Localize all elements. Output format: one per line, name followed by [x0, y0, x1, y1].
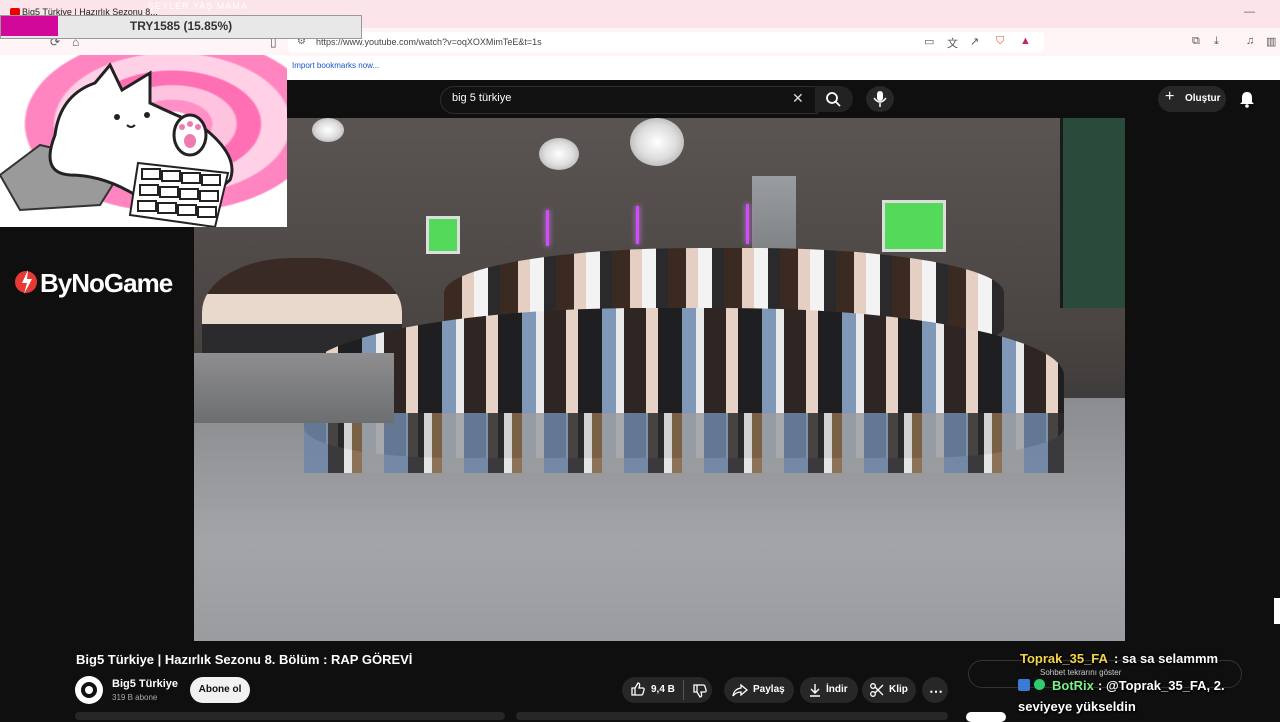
channel-avatar[interactable]: [75, 676, 103, 704]
clip-label[interactable]: Klip: [889, 684, 908, 695]
more-horizontal-icon: ⋯: [929, 683, 943, 699]
chat-replay-hint[interactable]: Sohbet tekrarını göster: [1040, 668, 1121, 677]
comments-preview[interactable]: [516, 712, 948, 720]
bot-badge-icon: [1018, 679, 1030, 691]
sidebar-icon[interactable]: ▥: [1266, 35, 1276, 48]
translate-icon[interactable]: 文: [947, 35, 958, 51]
search-button[interactable]: [815, 86, 853, 112]
download-icon: [807, 682, 823, 703]
sponsor-logo-text: ByNoGame: [40, 268, 173, 298]
thumbs-down-icon[interactable]: [692, 683, 708, 704]
donation-goal-label: TRY1585 (15.85%): [129, 19, 233, 33]
video-player[interactable]: [194, 118, 1125, 641]
studio-light: [312, 118, 344, 142]
plus-icon: +: [1165, 88, 1175, 105]
share-icon: [732, 682, 749, 703]
tab-search-icon[interactable]: ⧉: [1192, 35, 1200, 48]
neon-light: [546, 210, 549, 246]
page-scrollbar[interactable]: [1274, 598, 1280, 624]
neon-light: [636, 206, 639, 244]
chat-message: : sa sa selammm: [1114, 651, 1219, 666]
chat-username: BotRix: [1052, 678, 1094, 693]
voice-search-button[interactable]: [866, 86, 894, 112]
download-label[interactable]: İndir: [826, 684, 848, 695]
green-screen-right: [882, 200, 946, 252]
bynogame-logo-icon: [14, 266, 40, 301]
verified-badge-icon: [1034, 679, 1045, 690]
downloads-icon[interactable]: ⤓: [1214, 35, 1219, 48]
video-title: Big5 Türkiye | Hazırlık Sezonu 8. Bölüm …: [76, 652, 413, 667]
tab-music-text: ŞEYLER YAŞ MAMA: [148, 1, 248, 11]
music-icon[interactable]: ♫: [1246, 35, 1254, 47]
search-icon: [826, 92, 841, 107]
share-page-icon[interactable]: ↗: [970, 35, 979, 48]
green-wall-panel: [1060, 118, 1125, 308]
search-query[interactable]: big 5 türkiye: [452, 92, 511, 104]
thumbs-up-icon[interactable]: [630, 681, 646, 702]
subscriber-count: 319 B abone: [112, 693, 158, 702]
chat-message-continued: seviyeye yükseldin: [1018, 699, 1136, 714]
description-box[interactable]: [75, 712, 505, 720]
bell-icon[interactable]: [1239, 90, 1255, 113]
disco-ball-small: [539, 138, 579, 170]
audience-legs-shoes: [304, 413, 1064, 473]
window-minimize-icon[interactable]: —: [1244, 6, 1255, 18]
neon-light: [746, 204, 749, 244]
channel-name[interactable]: Big5 Türkiye: [112, 678, 178, 690]
bongo-cat-overlay: [0, 55, 287, 227]
brave-shield-icon[interactable]: ⛉: [996, 35, 1004, 48]
bongo-cat-icon: [0, 62, 234, 227]
like-count[interactable]: 9,4 B: [651, 684, 675, 695]
rewards-icon[interactable]: ▲: [1020, 35, 1031, 47]
cast-icon[interactable]: ▭: [924, 35, 934, 48]
chat-message: : @Toprak_35_FA, 2.: [1098, 678, 1225, 693]
green-screen-left: [426, 216, 460, 254]
disco-ball: [630, 118, 684, 166]
create-label[interactable]: Oluştur: [1185, 93, 1221, 104]
import-bookmarks-link[interactable]: Import bookmarks now...: [292, 61, 379, 70]
chat-username: Toprak_35_FA: [1020, 651, 1108, 666]
filter-chip[interactable]: [966, 712, 1006, 722]
like-divider: [683, 680, 684, 700]
mic-icon: [873, 91, 887, 107]
scissors-icon: [869, 682, 885, 703]
studio-platform: [194, 353, 394, 423]
share-label[interactable]: Paylaş: [753, 684, 785, 695]
subscribe-label[interactable]: Abone ol: [190, 684, 250, 695]
clear-search-icon[interactable]: ✕: [792, 90, 804, 107]
